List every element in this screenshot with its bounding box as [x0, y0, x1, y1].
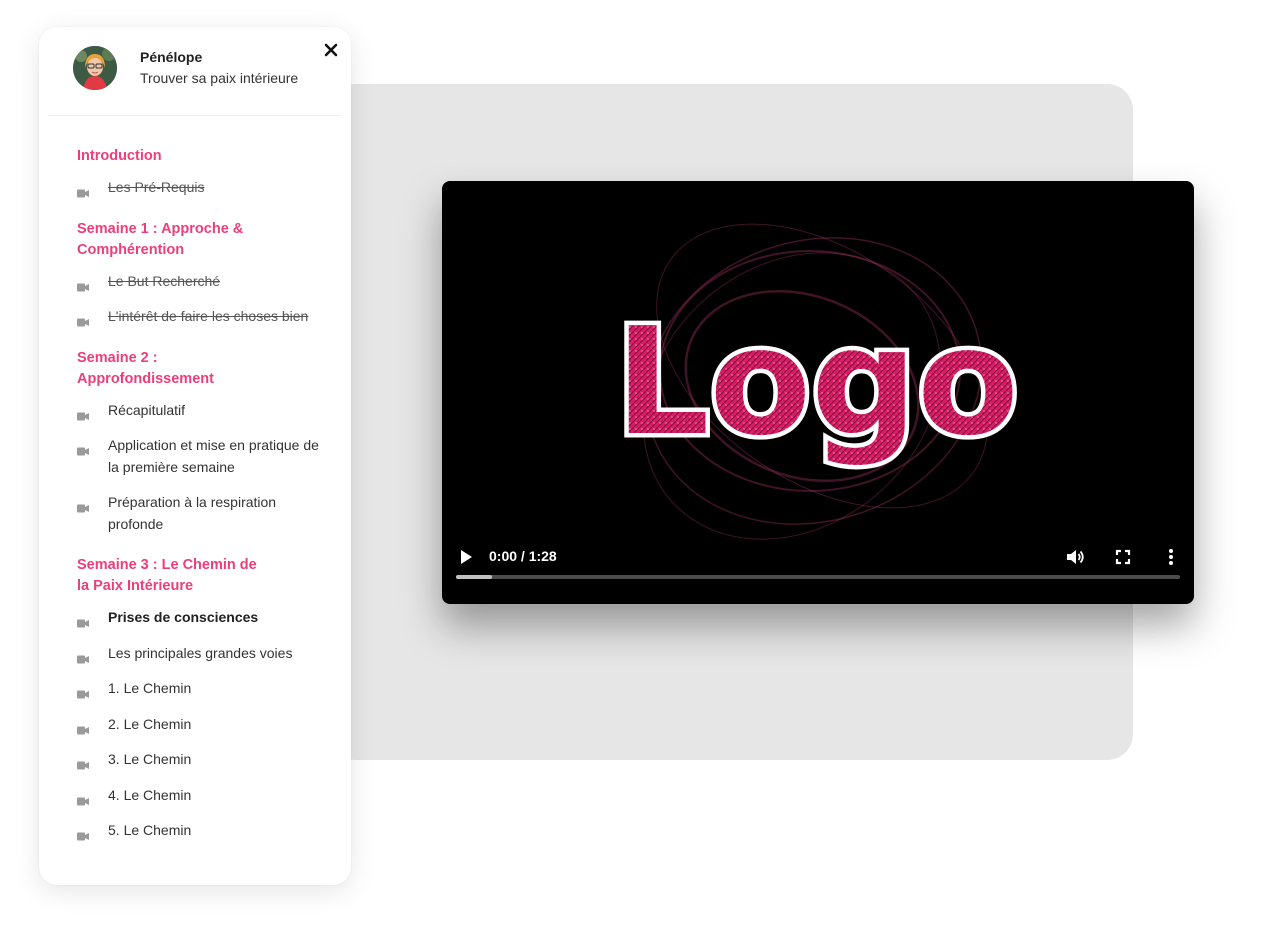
lesson-item[interactable]: Préparation à la respiration profonde — [77, 492, 328, 535]
close-icon[interactable] — [320, 39, 342, 61]
lesson-label: 3. Le Chemin — [108, 751, 192, 767]
section-title[interactable]: Semaine 2 : Approfondissement — [77, 348, 257, 390]
user-name: Pénélope — [140, 49, 203, 65]
curriculum-list: Introduction Les Pré-Requis Semaine 1 : Ap… — [39, 116, 351, 842]
lesson-item[interactable]: L'intérêt de faire les choses bien — [77, 306, 328, 328]
lesson-label: Récapitulatif — [108, 401, 186, 418]
lesson-item[interactable]: Les Pré-Requis — [77, 177, 328, 199]
course-section: Semaine 2 : Approfondissement Récapitulat… — [77, 348, 351, 536]
video-camera-icon — [77, 441, 89, 463]
lesson-label: L'intérêt de faire les choses bien — [108, 308, 309, 324]
lesson-item[interactable]: Les principales grandes voies — [77, 643, 328, 665]
video-camera-icon — [77, 791, 89, 813]
play-icon[interactable] — [456, 547, 476, 567]
video-camera-icon — [77, 755, 89, 777]
lesson-label: 1. Le Chemin — [108, 680, 192, 696]
lesson-label: Le But Recherché — [108, 272, 221, 289]
lesson-item[interactable]: Le But Recherché — [77, 271, 328, 293]
section-title[interactable]: Semaine 3 : Le Chemin de la Paix Intérie… — [77, 555, 257, 597]
video-camera-icon — [77, 498, 89, 520]
lesson-item[interactable]: 4. Le Chemin — [77, 785, 328, 807]
lesson-label: 5. Le Chemin — [108, 822, 192, 838]
course-section: Semaine 3 : Le Chemin de la Paix Intérie… — [77, 555, 351, 842]
fullscreen-icon[interactable] — [1112, 546, 1134, 568]
lesson-label: 4. Le Chemin — [108, 786, 192, 803]
volume-icon[interactable] — [1064, 546, 1086, 568]
player-controls: 0:00 / 1:28 — [442, 534, 1194, 604]
lesson-label: Les principales grandes voies — [108, 644, 293, 661]
lesson-item[interactable]: Application et mise en pratique de la pr… — [77, 435, 328, 478]
logo-text: Logo — [615, 296, 1019, 468]
lesson-item[interactable]: Prises de consciences — [77, 607, 328, 629]
lesson-label: Application et mise en pratique de la pr… — [108, 437, 319, 475]
video-camera-icon — [77, 826, 89, 848]
course-section: Introduction Les Pré-Requis — [77, 146, 351, 199]
video-camera-icon — [77, 277, 89, 299]
video-player[interactable]: Logo 0:00 / 1:28 — [442, 181, 1194, 604]
lesson-item[interactable]: 3. Le Chemin — [77, 749, 328, 771]
section-title[interactable]: Semaine 1 : Approche & Comphérention — [77, 219, 257, 261]
lesson-label: 2. Le Chemin — [108, 715, 192, 732]
video-camera-icon — [77, 720, 89, 742]
video-camera-icon — [77, 312, 89, 334]
more-vert-icon[interactable] — [1160, 546, 1182, 568]
avatar — [73, 46, 117, 90]
lesson-item[interactable]: 5. Le Chemin — [77, 820, 328, 842]
course-section: Semaine 1 : Approche & Comphérention Le B… — [77, 219, 351, 328]
sidebar-header: Pénélope Trouver sa paix intérieure — [48, 27, 342, 116]
video-camera-icon — [77, 406, 89, 428]
section-title[interactable]: Introduction — [77, 146, 257, 167]
lesson-label: Les Pré-Requis — [108, 179, 205, 195]
lesson-label: Prises de consciences — [108, 609, 259, 625]
lesson-item[interactable]: 2. Le Chemin — [77, 714, 328, 736]
lesson-item[interactable]: 1. Le Chemin — [77, 678, 328, 700]
progress-buffered — [456, 575, 493, 579]
video-camera-icon — [77, 649, 89, 671]
lesson-label: Préparation à la respiration profonde — [108, 494, 277, 532]
progress-bar[interactable] — [456, 575, 1180, 579]
course-title: Trouver sa paix intérieure — [140, 70, 299, 86]
lesson-item[interactable]: Récapitulatif — [77, 400, 328, 422]
time-display: 0:00 / 1:28 — [489, 548, 557, 564]
video-camera-icon — [77, 684, 89, 706]
course-sidebar: Pénélope Trouver sa paix intérieure Intr… — [39, 27, 351, 885]
video-camera-icon — [77, 183, 89, 205]
video-camera-icon — [77, 613, 89, 635]
